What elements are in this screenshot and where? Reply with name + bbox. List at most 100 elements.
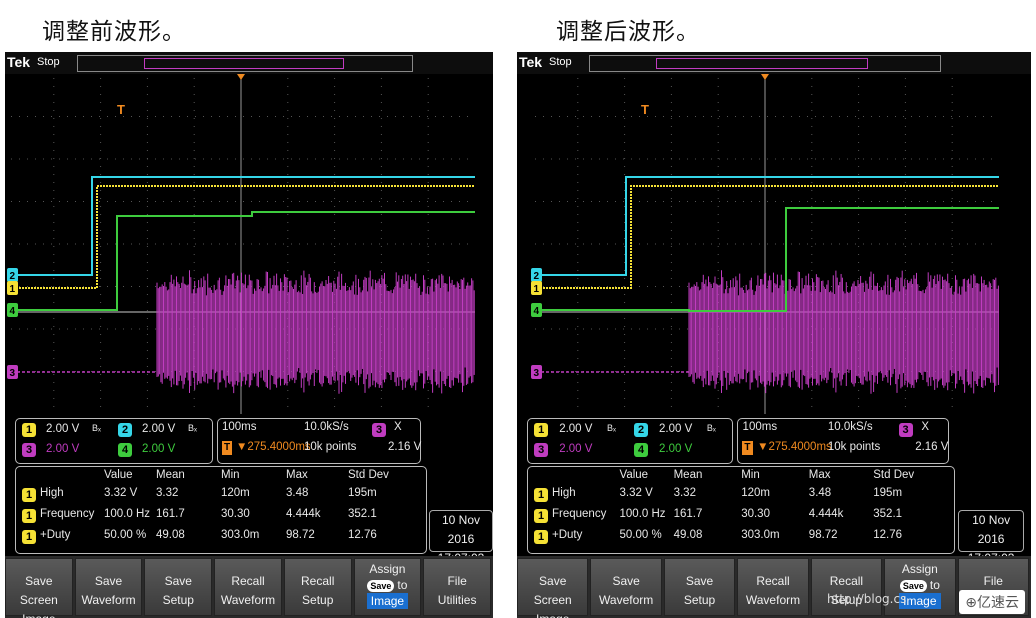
trigger-slope-icon: Χ	[394, 421, 402, 433]
svg-text:3: 3	[534, 368, 540, 379]
channel-1-scale: 2.00 V	[46, 423, 80, 435]
waveform-display[interactable]: T 2 1 4 3	[519, 74, 1011, 414]
measurement-table[interactable]: Value Mean Min Max Std Dev 1 High 3.32 V 3.32 120…	[15, 466, 427, 554]
channel-settings-box[interactable]: 1 2.00 V Bₓ 2 2.00 V Bₓ 3 2.00 V 4 2.00 V	[15, 418, 213, 464]
measurement-std: 12.76	[873, 529, 903, 541]
brand-logo: Tek	[519, 54, 543, 70]
softkey-label: Setup	[162, 593, 194, 607]
measurement-min: 120m	[741, 487, 770, 499]
softkey-label: Setup	[683, 593, 716, 607]
softkey-label: Image	[355, 593, 421, 609]
zoom-window[interactable]	[144, 58, 344, 69]
softkey-label: Save	[612, 574, 640, 588]
zoom-window[interactable]	[656, 58, 868, 69]
measurement-table[interactable]: Value Mean Min Max Std Dev 1 High 3.32 V 3.32 120…	[527, 466, 956, 554]
channel-1-badge[interactable]: 1	[22, 423, 36, 437]
trigger-channel-badge[interactable]: 3	[372, 423, 386, 437]
softkey-assign-image[interactable]: Assign Save to Image	[353, 558, 422, 616]
datetime-box: 10 Nov 201617:07:03	[957, 510, 1025, 565]
channel-3-badge[interactable]: 3	[534, 443, 549, 457]
measurement-value: 50.00 %	[619, 529, 662, 541]
channel-4-badge[interactable]: 4	[118, 443, 132, 457]
softkey-recall-waveform[interactable]: Recall Waveform	[737, 558, 809, 616]
readout-panel: 1 2.00 V Bₓ 2 2.00 V Bₓ 3 2.00 V 4 2.00 V T 3 100ms 1…	[519, 418, 1025, 565]
channel-2-badge[interactable]: 2	[118, 423, 132, 437]
sample-rate: 10.0kS/s	[304, 421, 349, 433]
softkey-recall-setup[interactable]: Recall Setup	[283, 558, 352, 616]
channel-1-ground-marker[interactable]: 1	[531, 281, 542, 295]
save-key-icon: Save	[367, 580, 395, 592]
channel-1-badge[interactable]: 1	[534, 423, 549, 437]
scope-header: Tek Stop	[517, 52, 1031, 74]
trigger-level: 2.16 V	[388, 441, 422, 453]
trigger-level: 2.16 V	[915, 441, 949, 453]
caption-after: 调整后波形。	[556, 19, 700, 45]
softkey-recall-setup[interactable]: Recall Setup	[810, 558, 883, 616]
timebase-box[interactable]: T 3 100ms 10.0kS/s ▼275.4000ms 10k points Χ 2.1…	[737, 418, 950, 464]
measurement-value: 3.32 V	[104, 487, 138, 499]
softkey-label: Waveform	[81, 593, 136, 607]
channel-2-ground-marker[interactable]: 2	[7, 268, 18, 282]
measurement-name: High	[40, 487, 64, 499]
measurement-name: +Duty	[552, 529, 583, 541]
softkey-assign-image[interactable]: Assign Save to Image	[884, 558, 956, 616]
measurement-value: 100.0 Hz	[619, 508, 666, 520]
softkey-save-screen-image[interactable]: Save Screen Image	[5, 558, 73, 618]
softkey-save-screen-image[interactable]: Save Screen Image	[517, 558, 589, 618]
waveform-display[interactable]: T 2 1 4 3	[7, 74, 475, 414]
channel-4-scale: 2.00 V	[659, 443, 693, 455]
softkey-label: Setup	[302, 593, 334, 607]
trigger-time-marker[interactable]: T	[641, 102, 649, 117]
measurement-max: 4.444k	[286, 508, 321, 520]
measurement-mean: 161.7	[156, 508, 185, 520]
softkey-label: Save	[539, 574, 567, 588]
trigger-channel-badge[interactable]: 3	[898, 423, 913, 437]
channel-1-ground-marker[interactable]: 1	[7, 281, 18, 295]
measurement-header-min: Min	[221, 469, 240, 481]
oscilloscope-screen-after: Tek Stop T 2 1 4 3 1 2.00 V Bₓ 2 2.00 V Bₓ 3 2.00 V…	[517, 52, 1031, 618]
channel-3-ground-marker[interactable]: 3	[7, 365, 18, 379]
timebase-scale: 100ms	[222, 421, 257, 433]
softkey-label: Save	[164, 574, 192, 588]
softkey-save-waveform[interactable]: Save Waveform	[590, 558, 662, 616]
channel-4-ground-marker[interactable]: 4	[531, 303, 542, 317]
measurement-name: Frequency	[40, 508, 95, 520]
channel-4-ground-marker[interactable]: 4	[7, 303, 18, 317]
record-overview-bar[interactable]	[589, 55, 941, 72]
channel-2-ground-marker[interactable]: 2	[531, 268, 542, 282]
bandwidth-limit-icon: Bₓ	[706, 423, 716, 433]
channel-settings-box[interactable]: 1 2.00 V Bₓ 2 2.00 V Bₓ 3 2.00 V 4 2.00 V	[527, 418, 733, 464]
softkey-recall-waveform[interactable]: Recall Waveform	[214, 558, 282, 616]
measurement-max: 98.72	[808, 529, 838, 541]
record-overview-bar[interactable]	[77, 55, 413, 72]
measurement-header-std-dev: Std Dev	[348, 469, 389, 481]
svg-text:2: 2	[10, 271, 16, 282]
channel-4-scale: 2.00 V	[142, 443, 176, 455]
measurement-source-badge: 1	[22, 530, 36, 544]
measurement-max: 4.444k	[808, 508, 844, 520]
channel-3-ground-marker[interactable]: 3	[531, 365, 542, 379]
softkey-label: File	[447, 574, 467, 588]
softkey-save-waveform[interactable]: Save Waveform	[74, 558, 143, 616]
softkey-label: Waveform	[220, 593, 276, 607]
timebase-box[interactable]: T 3 100ms 10.0kS/s ▼275.4000ms 10k points Χ 2.1…	[217, 418, 421, 464]
brand-logo: Tek	[7, 54, 31, 70]
bandwidth-limit-icon: Bₓ	[188, 423, 197, 433]
sample-rate: 10.0kS/s	[827, 421, 873, 433]
softkey-label: Waveform	[745, 593, 801, 607]
softkey-save-setup[interactable]: Save Setup	[144, 558, 213, 616]
channel-4-badge[interactable]: 4	[634, 443, 649, 457]
measurement-name: High	[552, 487, 576, 499]
measurement-header-value: Value	[104, 469, 133, 481]
softkey-label: to	[397, 578, 408, 592]
softkey-save-setup[interactable]: Save Setup	[663, 558, 736, 616]
measurement-min: 30.30	[221, 508, 250, 520]
trigger-time-marker[interactable]: T	[117, 102, 125, 117]
channel-3-badge[interactable]: 3	[22, 443, 36, 457]
measurement-name: Frequency	[552, 508, 607, 520]
svg-text:3: 3	[10, 368, 16, 379]
softkey-label: Assign	[369, 562, 406, 576]
bottom-button-bar: Save Screen Image Save Waveform Save Setup Rec…	[517, 556, 1031, 618]
softkey-file-utilities[interactable]: File Utilities	[423, 558, 491, 616]
channel-2-badge[interactable]: 2	[634, 423, 649, 437]
